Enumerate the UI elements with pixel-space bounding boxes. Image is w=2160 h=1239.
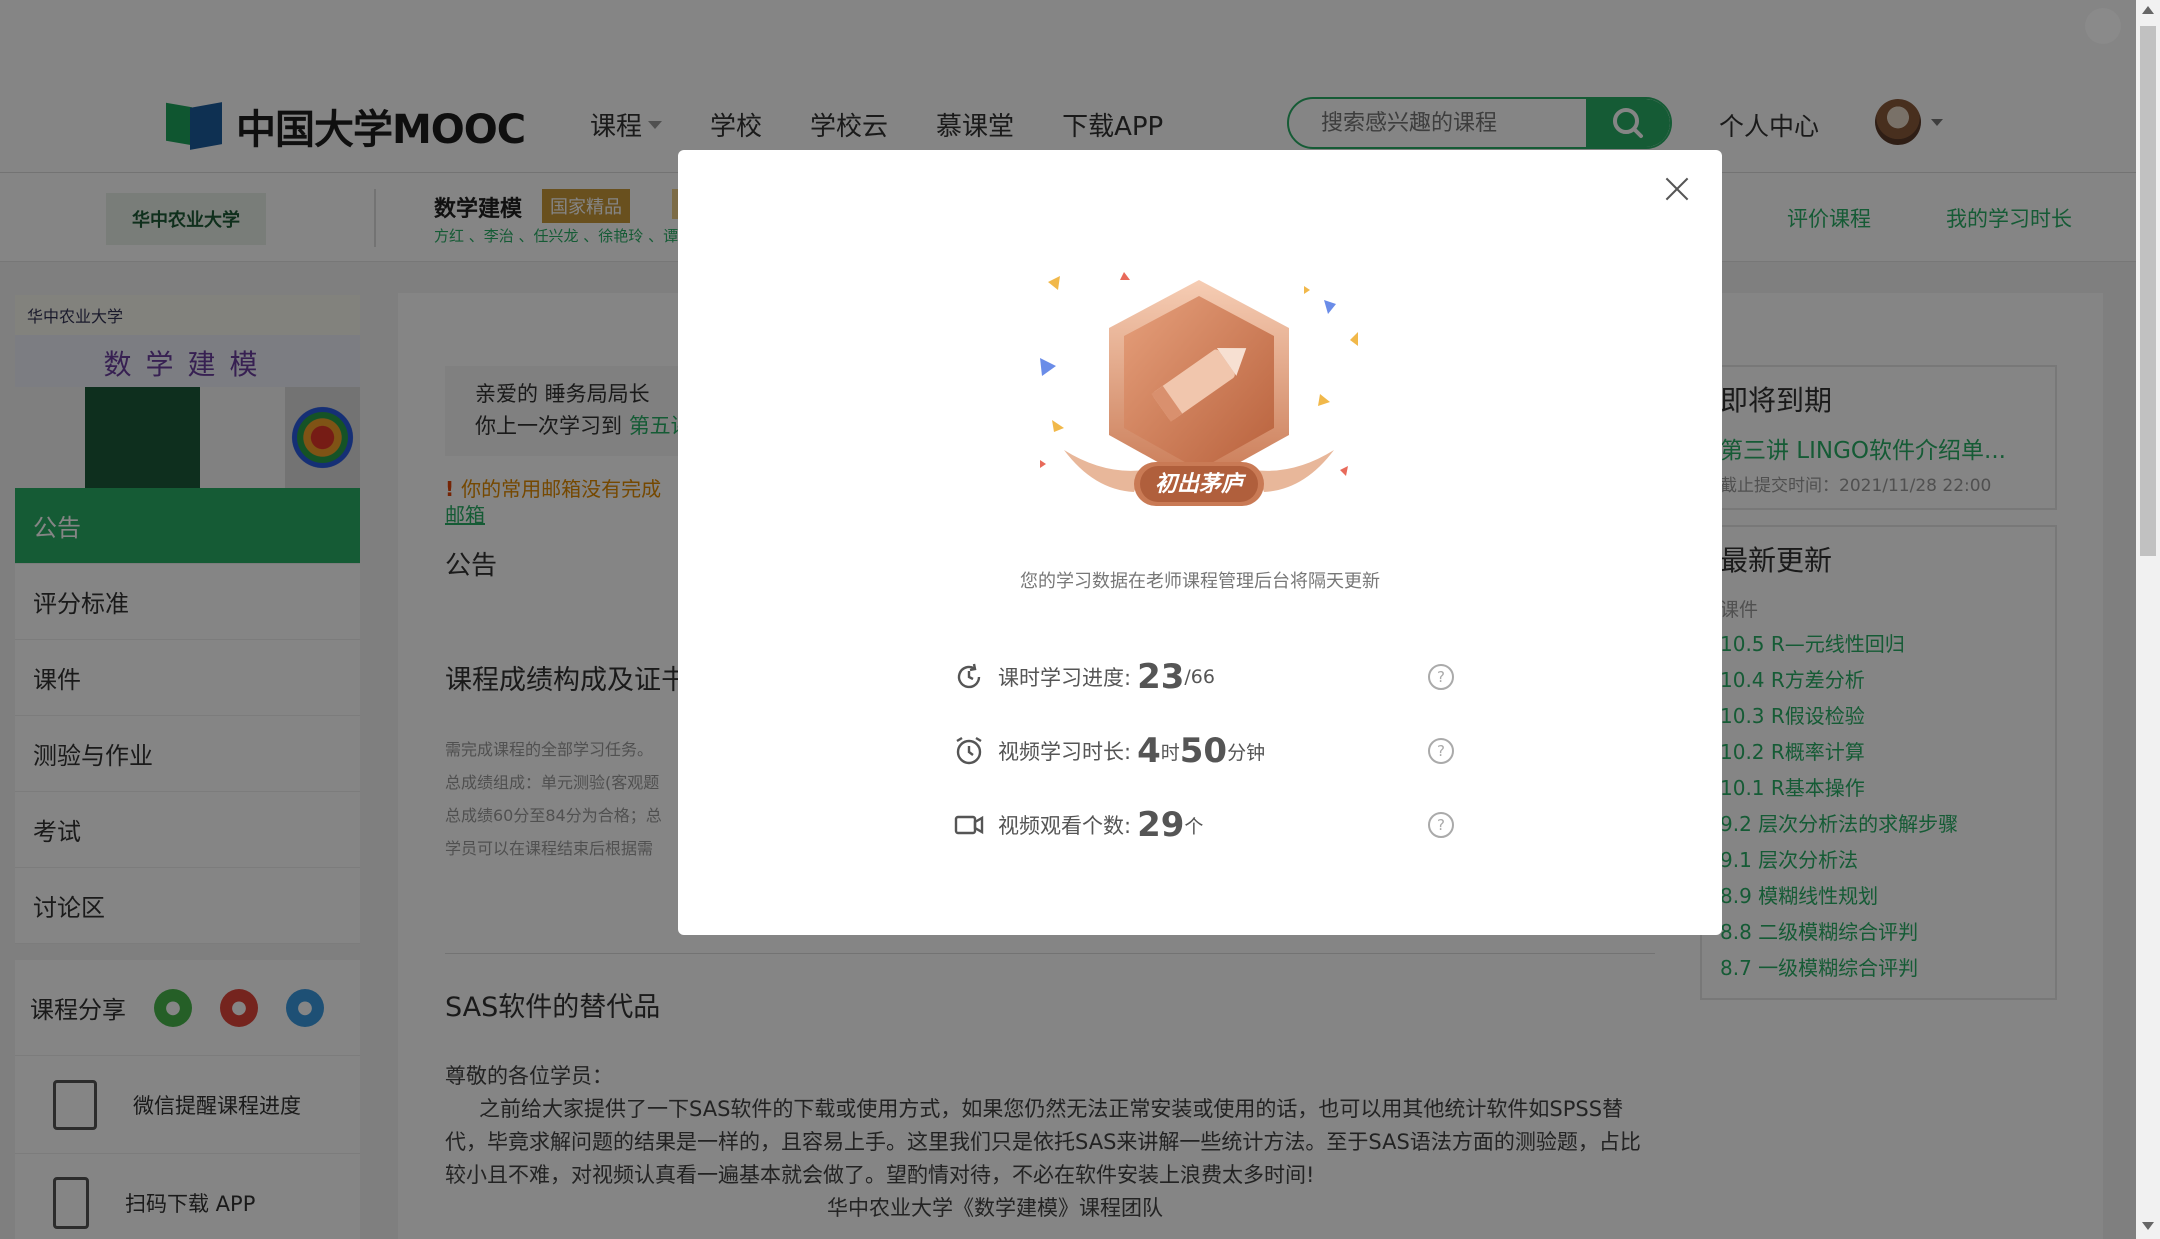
help-icon[interactable]: ? <box>1428 738 1454 764</box>
scrollbar[interactable] <box>2136 0 2160 1239</box>
scroll-up-arrow[interactable] <box>2142 6 2154 14</box>
help-icon[interactable]: ? <box>1428 812 1454 838</box>
study-data-modal: 初出茅庐 您的学习数据在老师课程管理后台将隔天更新 课时学习进度: 23 /66… <box>678 150 1722 935</box>
videos-unit: 个 <box>1184 815 1204 838</box>
overlay-close-icon[interactable] <box>2085 8 2121 44</box>
duration-minutes: 50 <box>1179 731 1228 771</box>
alarm-clock-icon <box>956 736 982 765</box>
help-icon[interactable]: ? <box>1428 664 1454 690</box>
duration-hours: 4 <box>1137 731 1161 771</box>
videos-label: 视频观看个数: <box>998 814 1132 838</box>
study-data-caption: 您的学习数据在老师课程管理后台将隔天更新 <box>1020 571 1380 592</box>
progress-total: /66 <box>1184 666 1215 688</box>
badge-label: 初出茅庐 <box>1155 471 1247 497</box>
stat-progress: 课时学习进度: 23 /66 ? <box>954 640 1454 714</box>
duration-hours-unit: 时 <box>1160 741 1180 764</box>
duration-minutes-unit: 分钟 <box>1227 741 1266 764</box>
stat-videos: 视频观看个数: 29 个 ? <box>954 788 1454 862</box>
progress-label: 课时学习进度: <box>998 666 1132 690</box>
videos-count: 29 <box>1137 805 1185 845</box>
study-stats: 课时学习进度: 23 /66 ? 视频学习时长: 4 时 50 分钟 ? 视频观… <box>954 640 1454 862</box>
scroll-thumb[interactable] <box>2140 26 2156 556</box>
achievement-badge-icon: 初出茅庐 <box>1040 272 1358 506</box>
close-icon[interactable] <box>1662 174 1692 204</box>
duration-label: 视频学习时长: <box>998 740 1132 764</box>
progress-icon <box>957 663 981 689</box>
scroll-down-arrow[interactable] <box>2142 1222 2154 1230</box>
video-camera-icon <box>954 815 984 835</box>
stat-duration: 视频学习时长: 4 时 50 分钟 ? <box>954 714 1454 788</box>
progress-done: 23 <box>1137 657 1185 697</box>
